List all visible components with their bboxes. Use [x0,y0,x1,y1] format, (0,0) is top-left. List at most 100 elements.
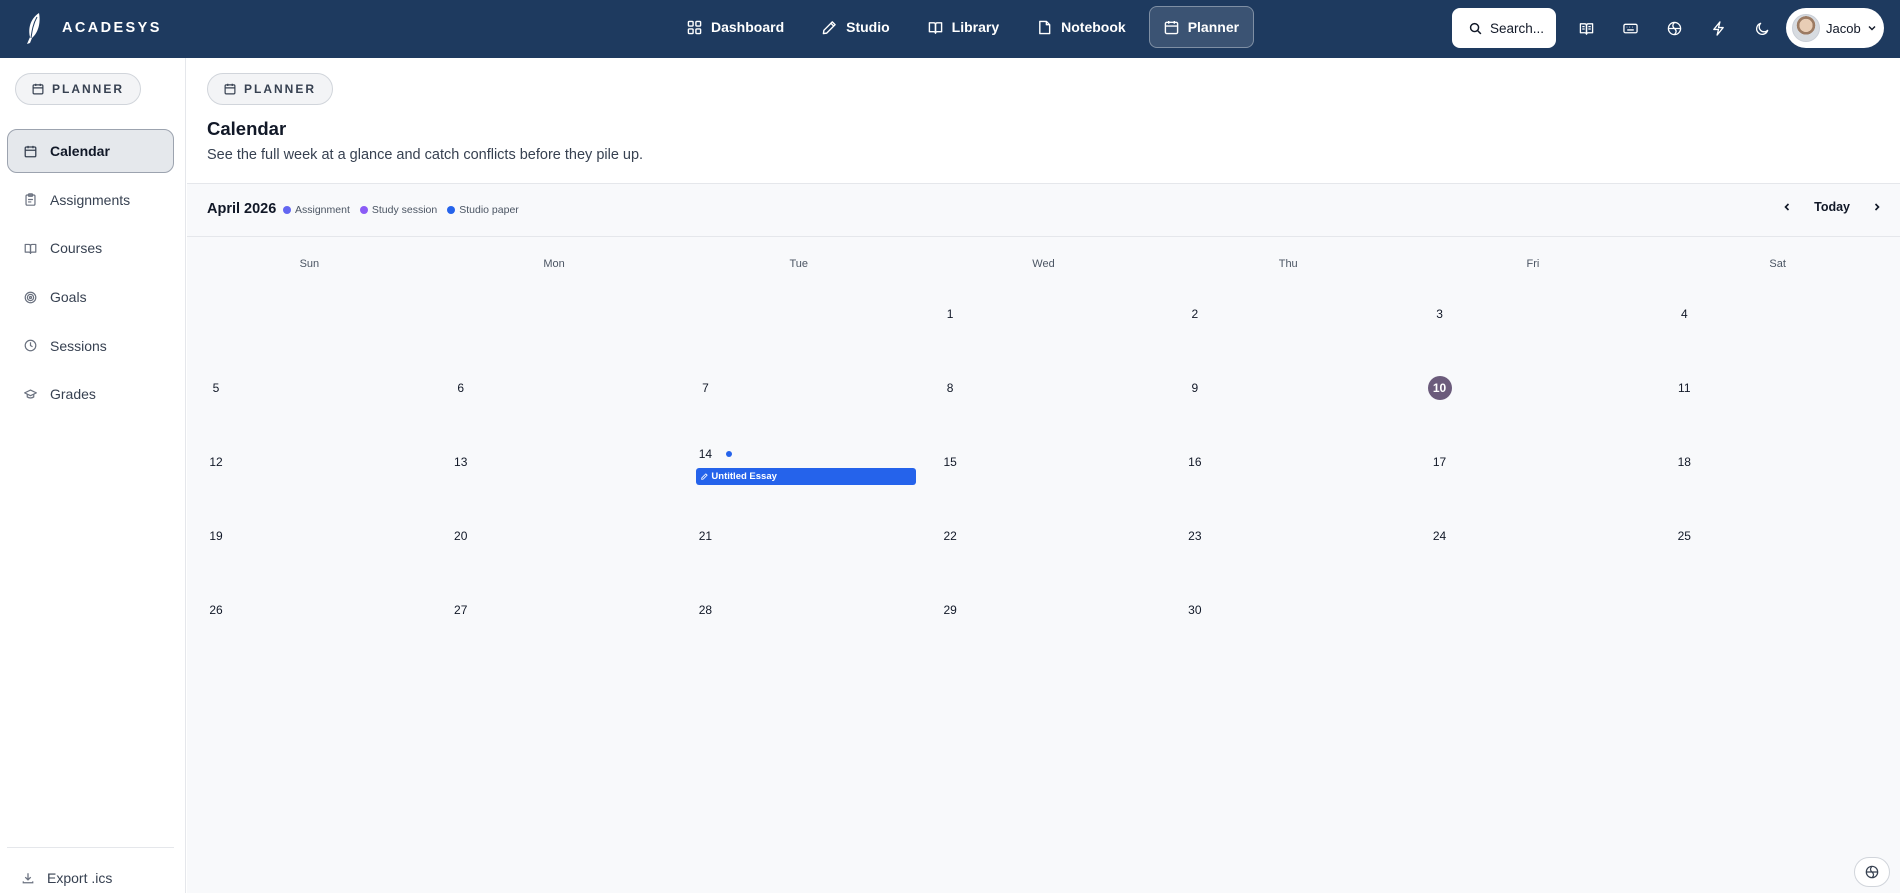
calendar-day-cell[interactable]: 26 [187,579,432,653]
calendar-day-cell[interactable]: 23 [1166,505,1411,579]
book-open-icon [24,242,37,255]
calendar-day-cell[interactable]: 10 [1411,357,1656,431]
calendar-week-row: 26 27 28 29 30 [187,579,1900,653]
nav-library[interactable]: Library [913,6,1014,48]
nav-studio[interactable]: Studio [807,6,905,48]
day-number[interactable]: 2 [1183,302,1207,326]
language-button[interactable] [1652,8,1696,48]
calendar-day-cell[interactable]: 1 [921,283,1166,357]
calendar-day-cell[interactable]: 2 [1166,283,1411,357]
calendar-day-cell[interactable]: 17 [1411,431,1656,505]
reader-button[interactable] [1564,8,1608,48]
calendar-day-cell[interactable]: 6 [432,357,677,431]
brand[interactable]: ACADESYS [22,11,162,45]
calendar-day-cell[interactable]: 3 [1411,283,1656,357]
calendar-day-cell[interactable]: 12 [187,431,432,505]
calendar-empty-cell [676,283,921,357]
day-number[interactable]: 11 [1672,376,1696,400]
calendar-day-cell[interactable]: 25 [1655,505,1900,579]
day-number[interactable]: 22 [938,524,962,548]
day-number[interactable]: 28 [693,598,717,622]
calendar-day-cell[interactable]: 22 [921,505,1166,579]
main-content: PLANNER Calendar See the full week at a … [187,58,1900,893]
day-number[interactable]: 21 [693,524,717,548]
day-number[interactable]: 1 [938,302,962,326]
chevron-left-icon[interactable] [1782,202,1792,212]
day-number[interactable]: 7 [693,376,717,400]
calendar-day-cell[interactable]: 27 [432,579,677,653]
nav-notebook[interactable]: Notebook [1022,6,1141,48]
day-number[interactable]: 30 [1183,598,1207,622]
calendar-day-cell[interactable]: 4 [1655,283,1900,357]
day-number[interactable]: 24 [1428,524,1452,548]
sidebar-item-calendar[interactable]: Calendar [7,129,174,173]
day-number[interactable]: 6 [449,376,473,400]
day-number[interactable]: 12 [204,450,228,474]
calendar-day-cell[interactable]: 7 [676,357,921,431]
pen-icon [701,473,708,480]
nav-dashboard[interactable]: Dashboard [672,6,799,48]
calendar-day-cell[interactable]: 16 [1166,431,1411,505]
graduation-cap-icon [24,388,37,401]
calendar-day-cell[interactable]: 13 [432,431,677,505]
user-menu-button[interactable]: Jacob [1786,8,1884,48]
calendar-day-cell[interactable]: 5 [187,357,432,431]
day-number[interactable]: 29 [938,598,962,622]
calendar-day-cell[interactable]: 18 [1655,431,1900,505]
calendar-day-cell[interactable]: 8 [921,357,1166,431]
day-number[interactable]: 13 [449,450,473,474]
top-navbar: ACADESYS Dashboard Studio Library Notebo… [0,0,1900,58]
download-icon [22,872,34,884]
day-number[interactable]: 14 [693,442,717,466]
calendar-day-cell[interactable]: 24 [1411,505,1656,579]
calendar-day-cell[interactable]: 15 [921,431,1166,505]
quick-actions-button[interactable] [1696,8,1740,48]
nav-planner[interactable]: Planner [1148,6,1255,48]
day-number[interactable]: 16 [1183,450,1207,474]
calendar-day-cell[interactable]: 21 [676,505,921,579]
sidebar-item-goals[interactable]: Goals [7,275,174,319]
day-number[interactable]: 19 [204,524,228,548]
day-number[interactable]: 15 [938,450,962,474]
weekday-label: Mon [543,258,565,270]
sidebar-item-courses[interactable]: Courses [7,226,174,270]
bolt-icon [1711,20,1726,36]
sidebar-item-label: Goals [50,289,87,306]
language-corner-button[interactable] [1854,857,1890,887]
calendar-day-cell[interactable]: 14 Untitled Essay [676,431,921,505]
theme-toggle-button[interactable] [1740,8,1784,48]
sidebar-item-assignments[interactable]: Assignments [7,178,174,222]
export-ics-button[interactable]: Export .ics [22,870,112,886]
today-button[interactable]: Today [1814,200,1850,214]
calendar-day-cell[interactable]: 28 [676,579,921,653]
calendar-day-cell[interactable]: 20 [432,505,677,579]
day-number[interactable]: 27 [449,598,473,622]
day-number[interactable]: 4 [1672,302,1696,326]
day-number[interactable]: 8 [938,376,962,400]
day-number[interactable]: 20 [449,524,473,548]
calendar-day-cell[interactable]: 19 [187,505,432,579]
calendar-icon [24,145,37,158]
sidebar-item-grades[interactable]: Grades [7,372,174,416]
calendar-icon [224,83,236,95]
calendar-day-cell[interactable]: 30 [1166,579,1411,653]
calendar-day-cell[interactable]: 29 [921,579,1166,653]
day-number[interactable]: 18 [1672,450,1696,474]
search-button[interactable]: Search... [1452,8,1556,48]
chevron-right-icon[interactable] [1872,202,1882,212]
day-number[interactable]: 3 [1428,302,1452,326]
day-number[interactable]: 25 [1672,524,1696,548]
day-number[interactable]: 9 [1183,376,1207,400]
day-number[interactable]: 5 [204,376,228,400]
calendar-event-chip[interactable]: Untitled Essay [696,468,917,485]
day-number[interactable]: 17 [1428,450,1452,474]
file-icon [1037,20,1052,35]
keyboard-shortcuts-button[interactable] [1608,8,1652,48]
calendar-day-cell[interactable]: 11 [1655,357,1900,431]
sidebar-item-sessions[interactable]: Sessions [7,324,174,368]
day-number[interactable]: 26 [204,598,228,622]
avatar [1792,14,1820,42]
calendar-day-cell[interactable]: 9 [1166,357,1411,431]
day-number[interactable]: 23 [1183,524,1207,548]
today-day-number[interactable]: 10 [1427,376,1452,400]
